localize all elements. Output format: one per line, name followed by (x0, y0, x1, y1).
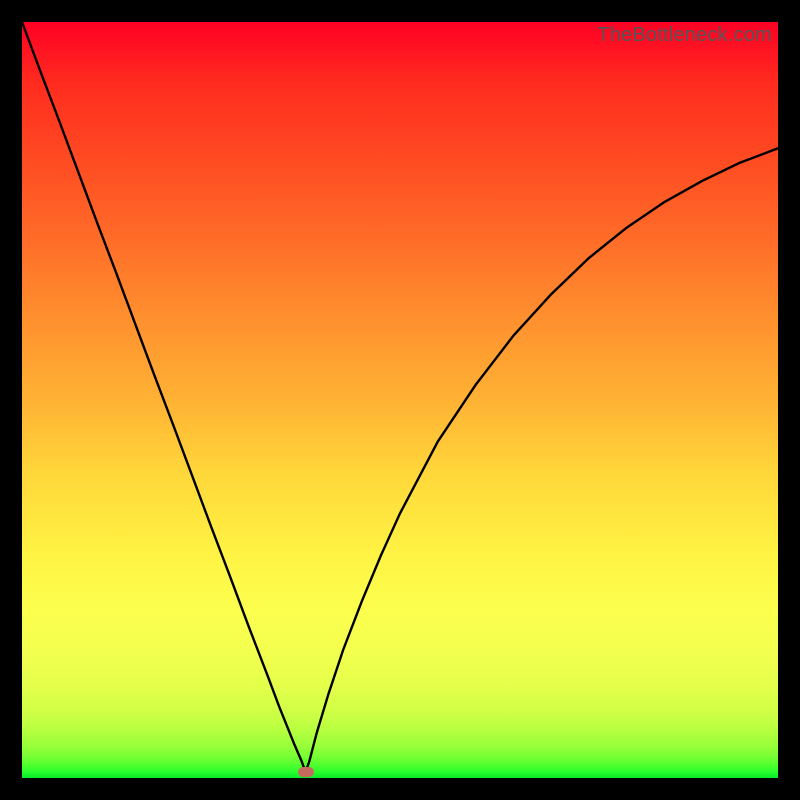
bottleneck-curve (22, 22, 778, 778)
plot-area: TheBottleneck.com (22, 22, 778, 778)
curve-path (22, 22, 778, 772)
chart-frame: TheBottleneck.com (0, 0, 800, 800)
min-marker (298, 767, 314, 777)
